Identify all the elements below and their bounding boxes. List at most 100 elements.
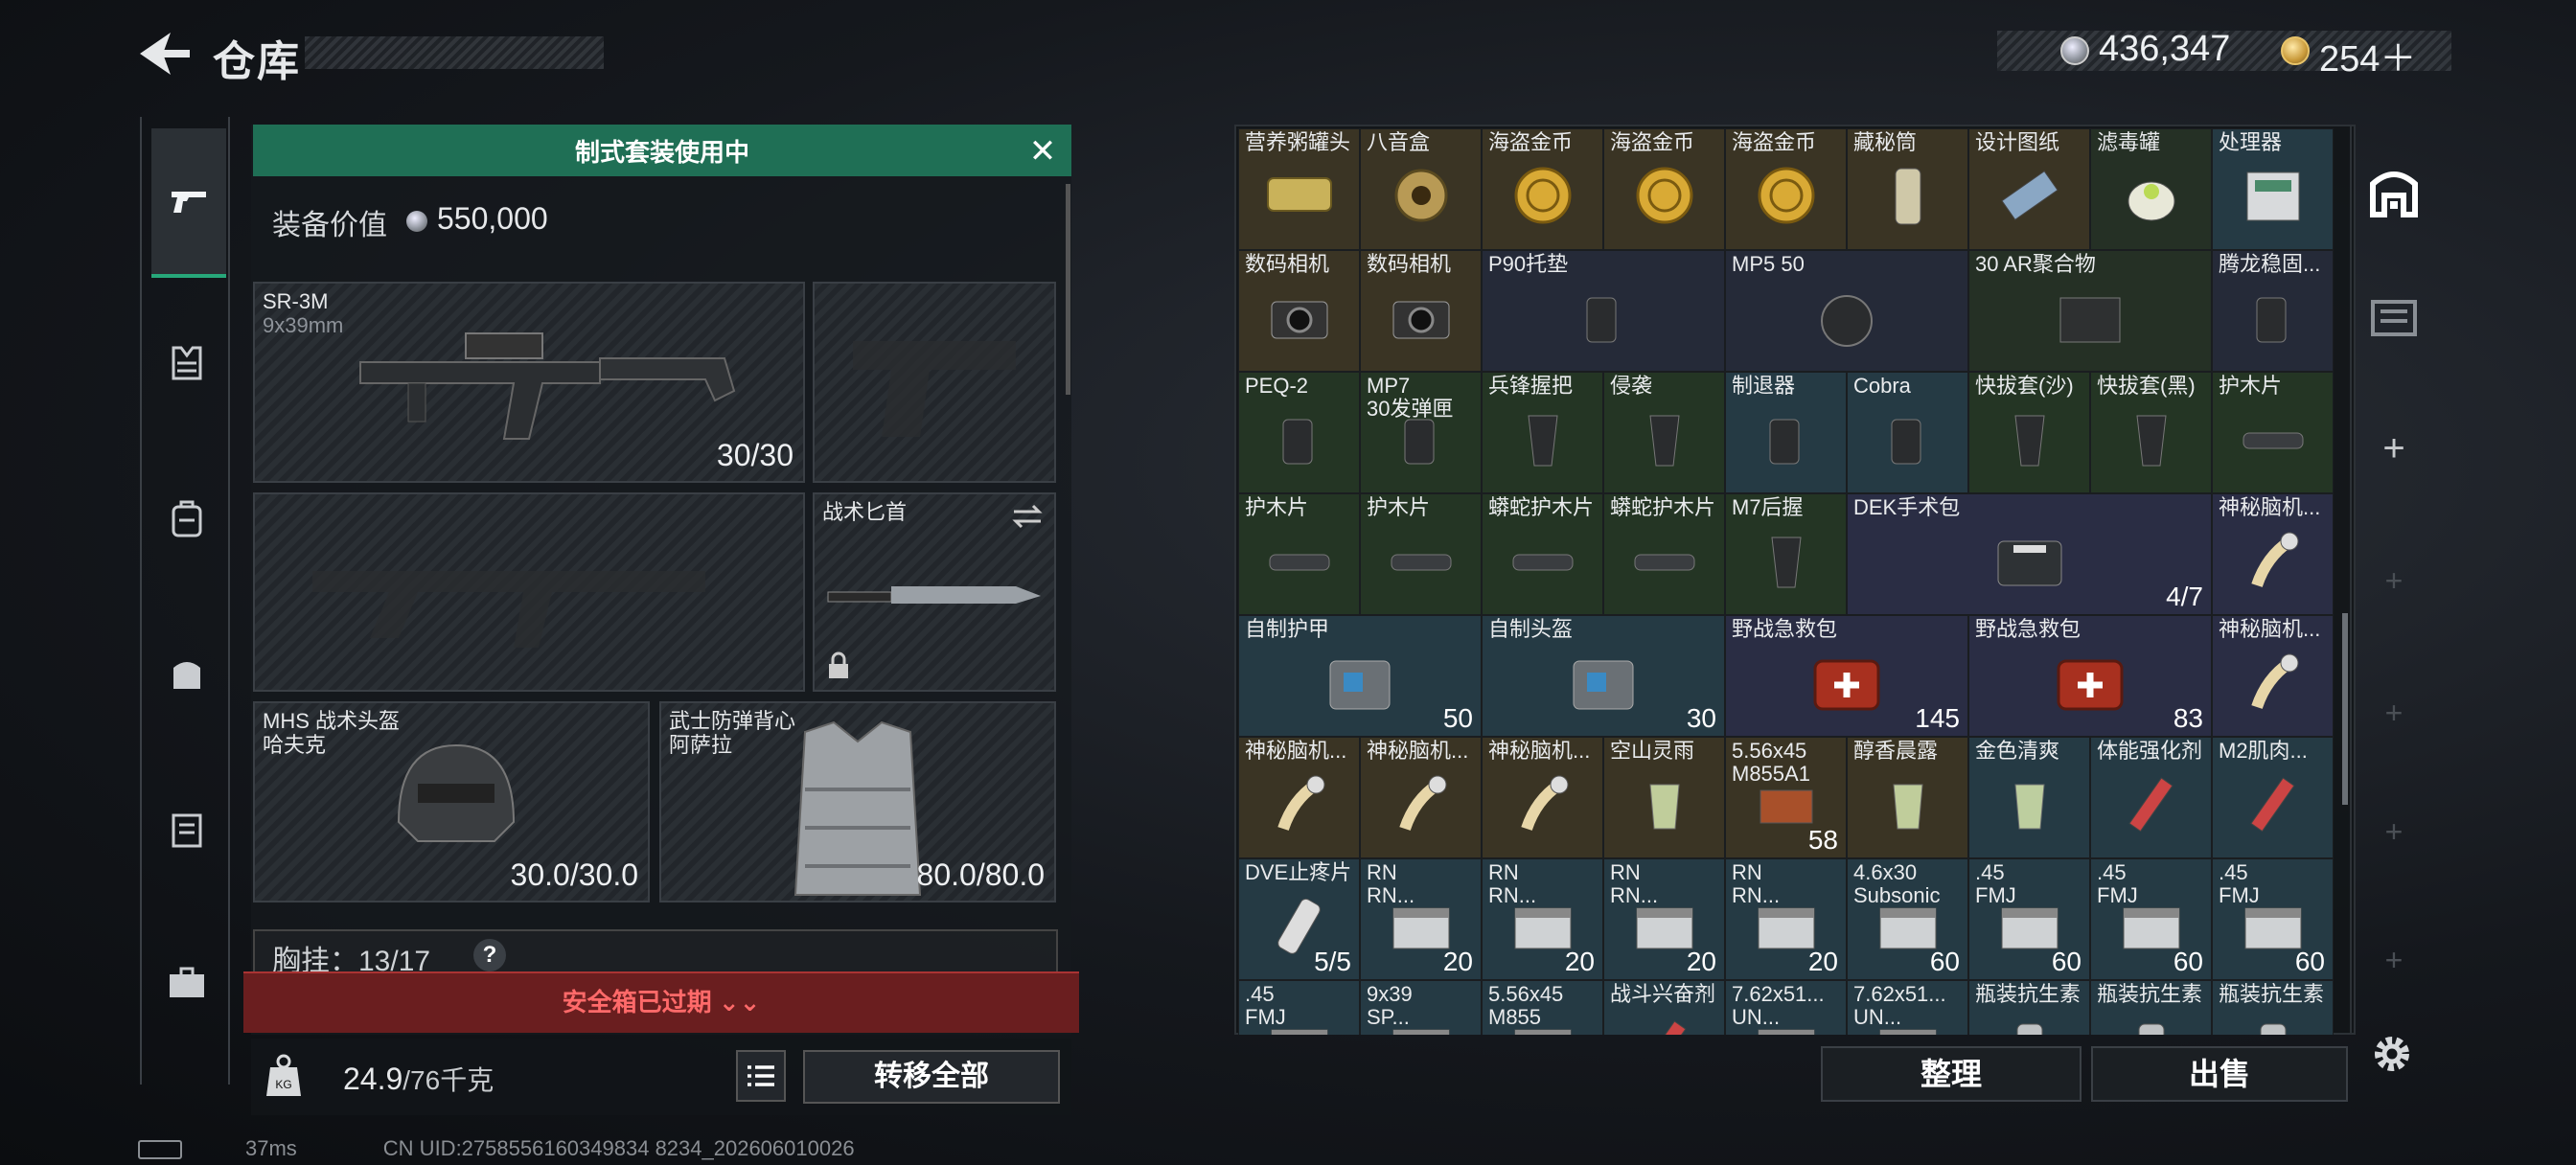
stash-item[interactable]: 自制头盔 30 [1482, 615, 1725, 737]
stash-item[interactable]: 护木片 [1360, 493, 1482, 615]
stash-item[interactable]: 设计图纸 [1968, 128, 2090, 250]
tab-bag[interactable] [153, 640, 220, 707]
stash-item[interactable]: P90托垫 [1482, 250, 1725, 372]
stash-item-label: 海盗金币 [1488, 130, 1574, 154]
loadout-scrollbar[interactable] [1066, 184, 1070, 395]
add-page-button[interactable]: + [2363, 418, 2425, 479]
stash-item[interactable]: 神秘脑机... [2212, 615, 2334, 737]
part-icon [1282, 419, 1312, 465]
stash-item[interactable]: 9x39 SP... [1360, 980, 1482, 1035]
stash-item[interactable]: 野战急救包 145 [1725, 615, 1968, 737]
stash-item[interactable]: 蟒蛇护木片 [1482, 493, 1603, 615]
stash-item[interactable]: RN RN... 20 [1360, 858, 1482, 980]
help-icon[interactable]: ? [473, 939, 506, 971]
list-view-button[interactable] [736, 1050, 786, 1102]
stash-item[interactable]: 5.56x45 M855A1 58 [1725, 737, 1847, 858]
stash-item[interactable]: 数码相机 [1360, 250, 1482, 372]
sort-button[interactable]: 整理 [1821, 1046, 2082, 1102]
stash-item[interactable]: 7.62x51... UN... [1847, 980, 1968, 1035]
vest-slot[interactable]: 武士防弹背心 阿萨拉 80.0/80.0 [659, 701, 1056, 902]
stash-item[interactable]: M7后握 [1725, 493, 1847, 615]
stash-item[interactable]: .45 FMJ 60 [2212, 858, 2334, 980]
stash-item[interactable]: 5.56x45 M855 [1482, 980, 1603, 1035]
stash-item[interactable]: 4.6x30 Subsonic 60 [1847, 858, 1968, 980]
stash-item[interactable]: 处理器 [2212, 128, 2334, 250]
can-icon [1266, 177, 1332, 212]
stash-item[interactable]: RN RN... 20 [1725, 858, 1847, 980]
tab-armor[interactable] [153, 330, 220, 397]
stash-item[interactable]: PEQ-2 [1238, 372, 1360, 493]
sell-button[interactable]: 出售 [2091, 1046, 2348, 1102]
stash-item[interactable]: 7.62x51... UN... [1725, 980, 1847, 1035]
stash-folder-tab[interactable] [2363, 286, 2425, 347]
gear-icon[interactable] [2365, 1027, 2419, 1081]
stash-item[interactable]: 瓶装抗生素 [2090, 980, 2212, 1035]
swap-icon[interactable] [1010, 502, 1045, 531]
stash-item[interactable]: RN RN... 20 [1603, 858, 1725, 980]
stash-item-label: 护木片 [1245, 495, 1309, 519]
stash-item-label: 5.56x45 M855A1 [1732, 739, 1810, 786]
stash-item-count: 20 [1807, 947, 1838, 976]
primary-weapon-slot[interactable]: SR-3M 9x39mm 30/30 [253, 282, 805, 483]
stash-item[interactable]: 海盗金币 [1482, 128, 1603, 250]
transfer-all-button[interactable]: 转移全部 [803, 1050, 1060, 1104]
pistol-slot[interactable] [813, 282, 1056, 483]
stash-item[interactable]: 快拔套(沙) [1968, 372, 2090, 493]
stash-item[interactable]: RN RN... 20 [1482, 858, 1603, 980]
close-icon[interactable]: ✕ [1024, 132, 1062, 171]
stash-item-label: RN RN... [1488, 860, 1537, 907]
stash-item[interactable]: .45 FMJ 60 [2090, 858, 2212, 980]
stash-item[interactable]: 快拔套(黑) [2090, 372, 2212, 493]
stash-item[interactable]: 空山灵雨 [1603, 737, 1725, 858]
helmet-slot[interactable]: MHS 战术头盔 哈夫克 30.0/30.0 [253, 701, 650, 902]
stash-item[interactable]: 战斗兴奋剂 [1603, 980, 1725, 1035]
stash-item[interactable]: 护木片 [1238, 493, 1360, 615]
stash-item[interactable]: Cobra [1847, 372, 1968, 493]
stash-item[interactable]: 瓶装抗生素 [2212, 980, 2334, 1035]
tab-case[interactable] [153, 795, 220, 862]
stash-item[interactable]: 制退器 [1725, 372, 1847, 493]
stash-item[interactable]: 瓶装抗生素 [1968, 980, 2090, 1035]
stash-item-label: PEQ-2 [1245, 374, 1309, 398]
stash-item[interactable]: MP5 50 [1725, 250, 1968, 372]
stash-item[interactable]: 八音盒 [1360, 128, 1482, 250]
stash-item[interactable]: DVE止疼片 5/5 [1238, 858, 1360, 980]
stash-item[interactable]: DEK手术包 4/7 [1847, 493, 2212, 615]
stash-item[interactable]: 神秘脑机... [2212, 493, 2334, 615]
stash-item[interactable]: 数码相机 [1238, 250, 1360, 372]
stash-item[interactable]: 海盗金币 [1725, 128, 1847, 250]
tab-weapons[interactable] [151, 128, 226, 278]
stash-home-tab[interactable] [2363, 163, 2425, 224]
stash-item[interactable]: 野战急救包 83 [1968, 615, 2212, 737]
stash-item[interactable]: 30 AR聚合物 [1968, 250, 2212, 372]
gold-currency-value[interactable]: 254＋ [2319, 29, 2416, 81]
stash-item[interactable]: 护木片 [2212, 372, 2334, 493]
stash-item[interactable]: MP7 30发弹匣 [1360, 372, 1482, 493]
stash-item[interactable]: 海盗金币 [1603, 128, 1725, 250]
stash-item[interactable]: M2肌肉... [2212, 737, 2334, 858]
stash-item[interactable]: 侵袭 [1603, 372, 1725, 493]
stash-item[interactable]: 体能强化剂 [2090, 737, 2212, 858]
stash-item[interactable]: .45 FMJ 60 [1968, 858, 2090, 980]
stash-item-label: DVE止疼片 [1245, 860, 1352, 884]
stash-scrollbar[interactable] [2342, 613, 2348, 805]
stash-item[interactable]: .45 FMJ [1238, 980, 1360, 1035]
stash-item[interactable]: 蟒蛇护木片 [1603, 493, 1725, 615]
tab-toolbox[interactable] [153, 950, 220, 1017]
stash-item[interactable]: 自制护甲 50 [1238, 615, 1482, 737]
stash-item[interactable]: 金色清爽 [1968, 737, 2090, 858]
stash-item-label: 营养粥罐头 [1245, 130, 1351, 154]
stash-item[interactable]: 神秘脑机... [1482, 737, 1603, 858]
stash-item[interactable]: 滤毒罐 [2090, 128, 2212, 250]
stash-item[interactable]: 兵锋握把 [1482, 372, 1603, 493]
tab-backpack[interactable] [153, 485, 220, 552]
back-arrow-icon[interactable] [134, 29, 192, 79]
stash-item[interactable]: 醇香晨露 [1847, 737, 1968, 858]
stash-item[interactable]: 腾龙稳固... [2212, 250, 2334, 372]
stash-item[interactable]: 藏秘筒 [1847, 128, 1968, 250]
stash-item[interactable]: 神秘脑机... [1238, 737, 1360, 858]
secondary-weapon-slot[interactable] [253, 492, 805, 692]
melee-slot[interactable]: 战术匕首 [813, 492, 1056, 692]
stash-item[interactable]: 神秘脑机... [1360, 737, 1482, 858]
stash-item[interactable]: 营养粥罐头 [1238, 128, 1360, 250]
